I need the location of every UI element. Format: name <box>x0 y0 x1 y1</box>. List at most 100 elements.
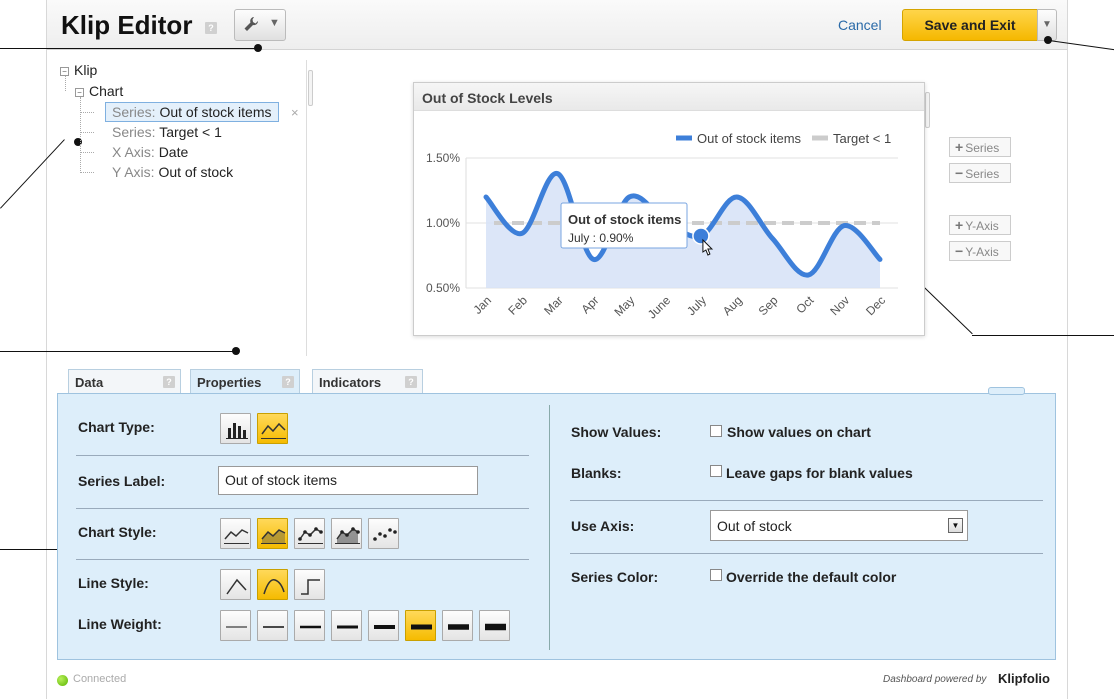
line-style-stepped-button[interactable] <box>294 569 325 600</box>
klipfolio-logo: Klipfolio <box>998 671 1050 686</box>
y-tick-label: 1.00% <box>426 216 460 230</box>
line-weight-option-3[interactable] <box>294 610 325 641</box>
tab-properties[interactable]: Properties? <box>190 369 300 395</box>
connection-status: Connected <box>73 673 127 685</box>
add-y-axis-button[interactable]: + Y-Axis <box>949 215 1011 235</box>
remove-item-icon[interactable]: × <box>285 104 299 120</box>
line-weight-option-1[interactable] <box>220 610 251 641</box>
line-weight-option-6[interactable] <box>405 610 436 641</box>
chart-style-line-points-button[interactable] <box>294 518 325 549</box>
line-style-label: Line Style: <box>78 575 149 591</box>
chart-type-label: Chart Type: <box>78 419 155 435</box>
x-tick-label: July <box>684 293 709 318</box>
straight-line-icon <box>226 578 247 595</box>
tree-connector <box>80 132 94 133</box>
divider <box>76 508 529 509</box>
tree-node-chart[interactable]: − Chart <box>75 83 123 99</box>
blanks-checkbox[interactable] <box>710 465 722 477</box>
tree-item-y-axis[interactable]: Y Axis: Out of stock <box>112 164 233 180</box>
bar-chart-icon <box>226 423 248 439</box>
tools-menu-button[interactable]: ▼ <box>234 9 286 41</box>
tree-node-klip[interactable]: − Klip <box>60 62 97 78</box>
chevron-down-icon: ▼ <box>269 17 280 29</box>
line-weight-option-8[interactable] <box>479 610 510 641</box>
tree-item-key: Series: <box>112 104 156 120</box>
callout-dot <box>232 347 240 355</box>
x-tick-label: Apr <box>578 293 601 316</box>
tree-item-key: X Axis: <box>112 144 155 160</box>
tab-indicators[interactable]: Indicators? <box>312 369 423 394</box>
tab-data[interactable]: Data? <box>68 369 181 394</box>
cancel-link[interactable]: Cancel <box>838 17 882 33</box>
line-style-icon <box>224 529 249 544</box>
series-label-input[interactable]: Out of stock items <box>218 466 478 495</box>
splitter-handle[interactable] <box>308 70 313 106</box>
help-icon[interactable]: ? <box>282 376 294 388</box>
tree-node-label: Chart <box>89 83 124 99</box>
title-help-icon[interactable]: ? <box>205 22 217 34</box>
tree-item-value: Date <box>158 144 189 160</box>
save-and-exit-button[interactable]: Save and Exit <box>902 9 1038 41</box>
chart-type-bar-button[interactable] <box>220 413 251 444</box>
highlighted-point <box>692 227 710 245</box>
curved-line-icon <box>263 579 285 595</box>
line-weight-option-2[interactable] <box>257 610 288 641</box>
use-axis-select[interactable]: Out of stock ▼ <box>710 510 968 541</box>
tooltip-title: Out of stock items <box>568 212 681 227</box>
stepped-line-icon <box>301 579 320 595</box>
tooltip-value: July : 0.90% <box>568 231 634 245</box>
chart-style-area-button[interactable] <box>257 518 288 549</box>
line-weight-icon <box>263 626 284 628</box>
collapse-icon[interactable]: − <box>75 88 84 97</box>
chevron-down-icon: ▼ <box>948 518 963 533</box>
powered-by-text: Dashboard powered by <box>883 674 987 685</box>
plus-icon: + <box>955 139 964 155</box>
tree-connector <box>80 172 94 173</box>
remove-y-axis-button[interactable]: − Y-Axis <box>949 241 1011 261</box>
x-tick-label: Aug <box>720 293 745 318</box>
line-weight-option-7[interactable] <box>442 610 473 641</box>
callout-line <box>0 351 236 352</box>
chart-style-area-points-button[interactable] <box>331 518 362 549</box>
chart-style-line-button[interactable] <box>220 518 251 549</box>
legend-label: Target < 1 <box>833 131 891 146</box>
minus-icon: − <box>955 243 964 259</box>
line-points-style-icon <box>298 527 323 544</box>
line-weight-option-4[interactable] <box>331 610 362 641</box>
chart-style-label: Chart Style: <box>78 524 157 540</box>
line-chart-icon <box>261 422 286 439</box>
line-weight-icon <box>374 625 395 629</box>
help-icon[interactable]: ? <box>163 376 175 388</box>
series-color-checkbox[interactable] <box>710 569 722 581</box>
tree-item-series[interactable]: Series: Target < 1 <box>112 124 222 140</box>
klip-editor-app: Klip Editor ? ▼ Cancel Save and Exit ▼ −… <box>0 0 1114 699</box>
use-axis-value: Out of stock <box>717 518 792 534</box>
tree-item-series-selected[interactable]: Series: Out of stock items <box>105 102 279 122</box>
x-tick-label: May <box>611 293 637 319</box>
chart-type-line-button[interactable] <box>257 413 288 444</box>
help-icon[interactable]: ? <box>405 376 417 388</box>
line-weight-option-5[interactable] <box>368 610 399 641</box>
minus-icon: − <box>955 165 964 181</box>
chart-style-points-button[interactable] <box>368 518 399 549</box>
divider <box>76 455 529 456</box>
line-style-curved-button[interactable] <box>257 569 288 600</box>
area-style-icon <box>261 529 286 544</box>
line-style-straight-button[interactable] <box>220 569 251 600</box>
connection-status-icon <box>57 675 68 686</box>
divider <box>76 559 529 560</box>
line-weight-icon <box>411 624 432 630</box>
line-weight-icon <box>300 625 321 629</box>
wrench-icon <box>243 16 259 39</box>
add-series-button[interactable]: + Series <box>949 137 1011 157</box>
x-tick-label: June <box>645 293 674 322</box>
remove-series-button[interactable]: − Series <box>949 163 1011 183</box>
pane-splitter[interactable] <box>306 60 307 356</box>
collapse-icon[interactable]: − <box>60 67 69 76</box>
tree-item-key: Y Axis: <box>112 164 155 180</box>
tree-item-x-axis[interactable]: X Axis: Date <box>112 144 188 160</box>
panel-resize-handle[interactable] <box>988 387 1025 395</box>
show-values-option: Show values on chart <box>727 424 871 440</box>
show-values-checkbox[interactable] <box>710 425 722 437</box>
column-separator <box>549 405 550 650</box>
